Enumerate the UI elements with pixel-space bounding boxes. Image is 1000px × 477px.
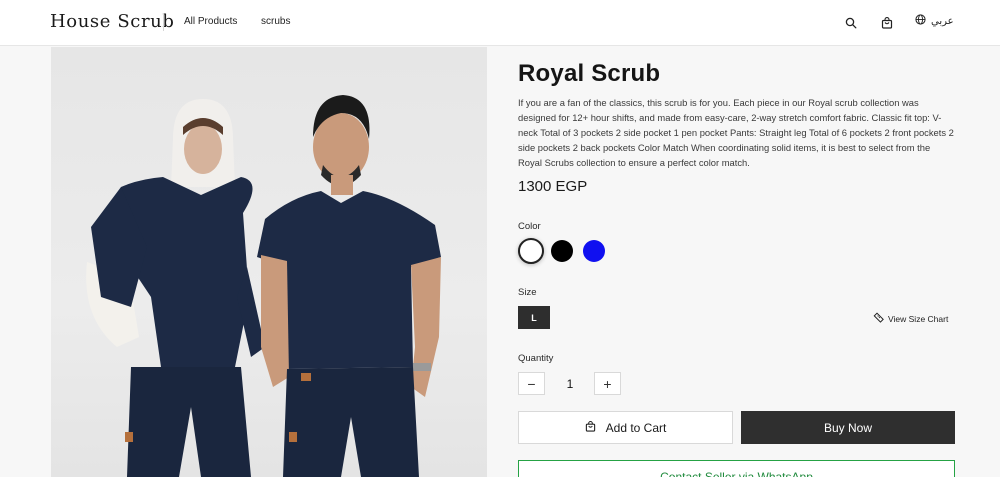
view-size-chart-link[interactable]: View Size Chart — [873, 312, 948, 325]
whatsapp-contact-button[interactable]: Contact Seller via WhatsApp — [518, 460, 955, 477]
logo-divider — [163, 13, 164, 31]
nav-scrubs[interactable]: scrubs — [261, 16, 290, 27]
quantity-label: Quantity — [518, 353, 554, 364]
site-logo[interactable]: House Scrub — [50, 11, 174, 32]
bag-icon[interactable] — [877, 13, 897, 33]
color-swatch-black[interactable] — [551, 240, 573, 262]
globe-icon — [915, 14, 926, 28]
size-label: Size — [518, 287, 537, 298]
product-price: 1300 EGP — [518, 178, 588, 195]
cart-bag-icon — [585, 420, 596, 435]
quantity-increase-button[interactable]: + — [594, 372, 621, 395]
product-title: Royal Scrub — [518, 60, 661, 87]
quantity-value[interactable]: 1 — [560, 377, 580, 391]
product-image — [51, 47, 487, 477]
add-to-cart-label: Add to Cart — [605, 420, 667, 435]
model-woman — [86, 99, 265, 477]
buy-now-button[interactable]: Buy Now — [741, 411, 955, 444]
nav-all-products[interactable]: All Products — [184, 16, 237, 27]
quantity-decrease-button[interactable]: − — [518, 372, 545, 395]
size-option-l[interactable]: L — [518, 306, 550, 329]
model-man — [257, 95, 441, 477]
language-label: عربي — [931, 15, 954, 27]
search-icon[interactable] — [841, 13, 861, 33]
size-chart-label: View Size Chart — [888, 313, 949, 324]
site-header: House Scrub All Products scrubs عربي — [0, 0, 1000, 46]
product-photo-illustration — [86, 95, 441, 477]
language-switcher[interactable]: عربي — [915, 14, 954, 28]
color-label: Color — [518, 221, 541, 232]
color-swatch-white[interactable] — [518, 238, 544, 264]
color-swatch-blue[interactable] — [583, 240, 605, 262]
add-to-cart-button[interactable]: Add to Cart — [518, 411, 733, 444]
ruler-icon — [873, 312, 884, 325]
product-description: If you are a fan of the classics, this s… — [518, 97, 954, 168]
